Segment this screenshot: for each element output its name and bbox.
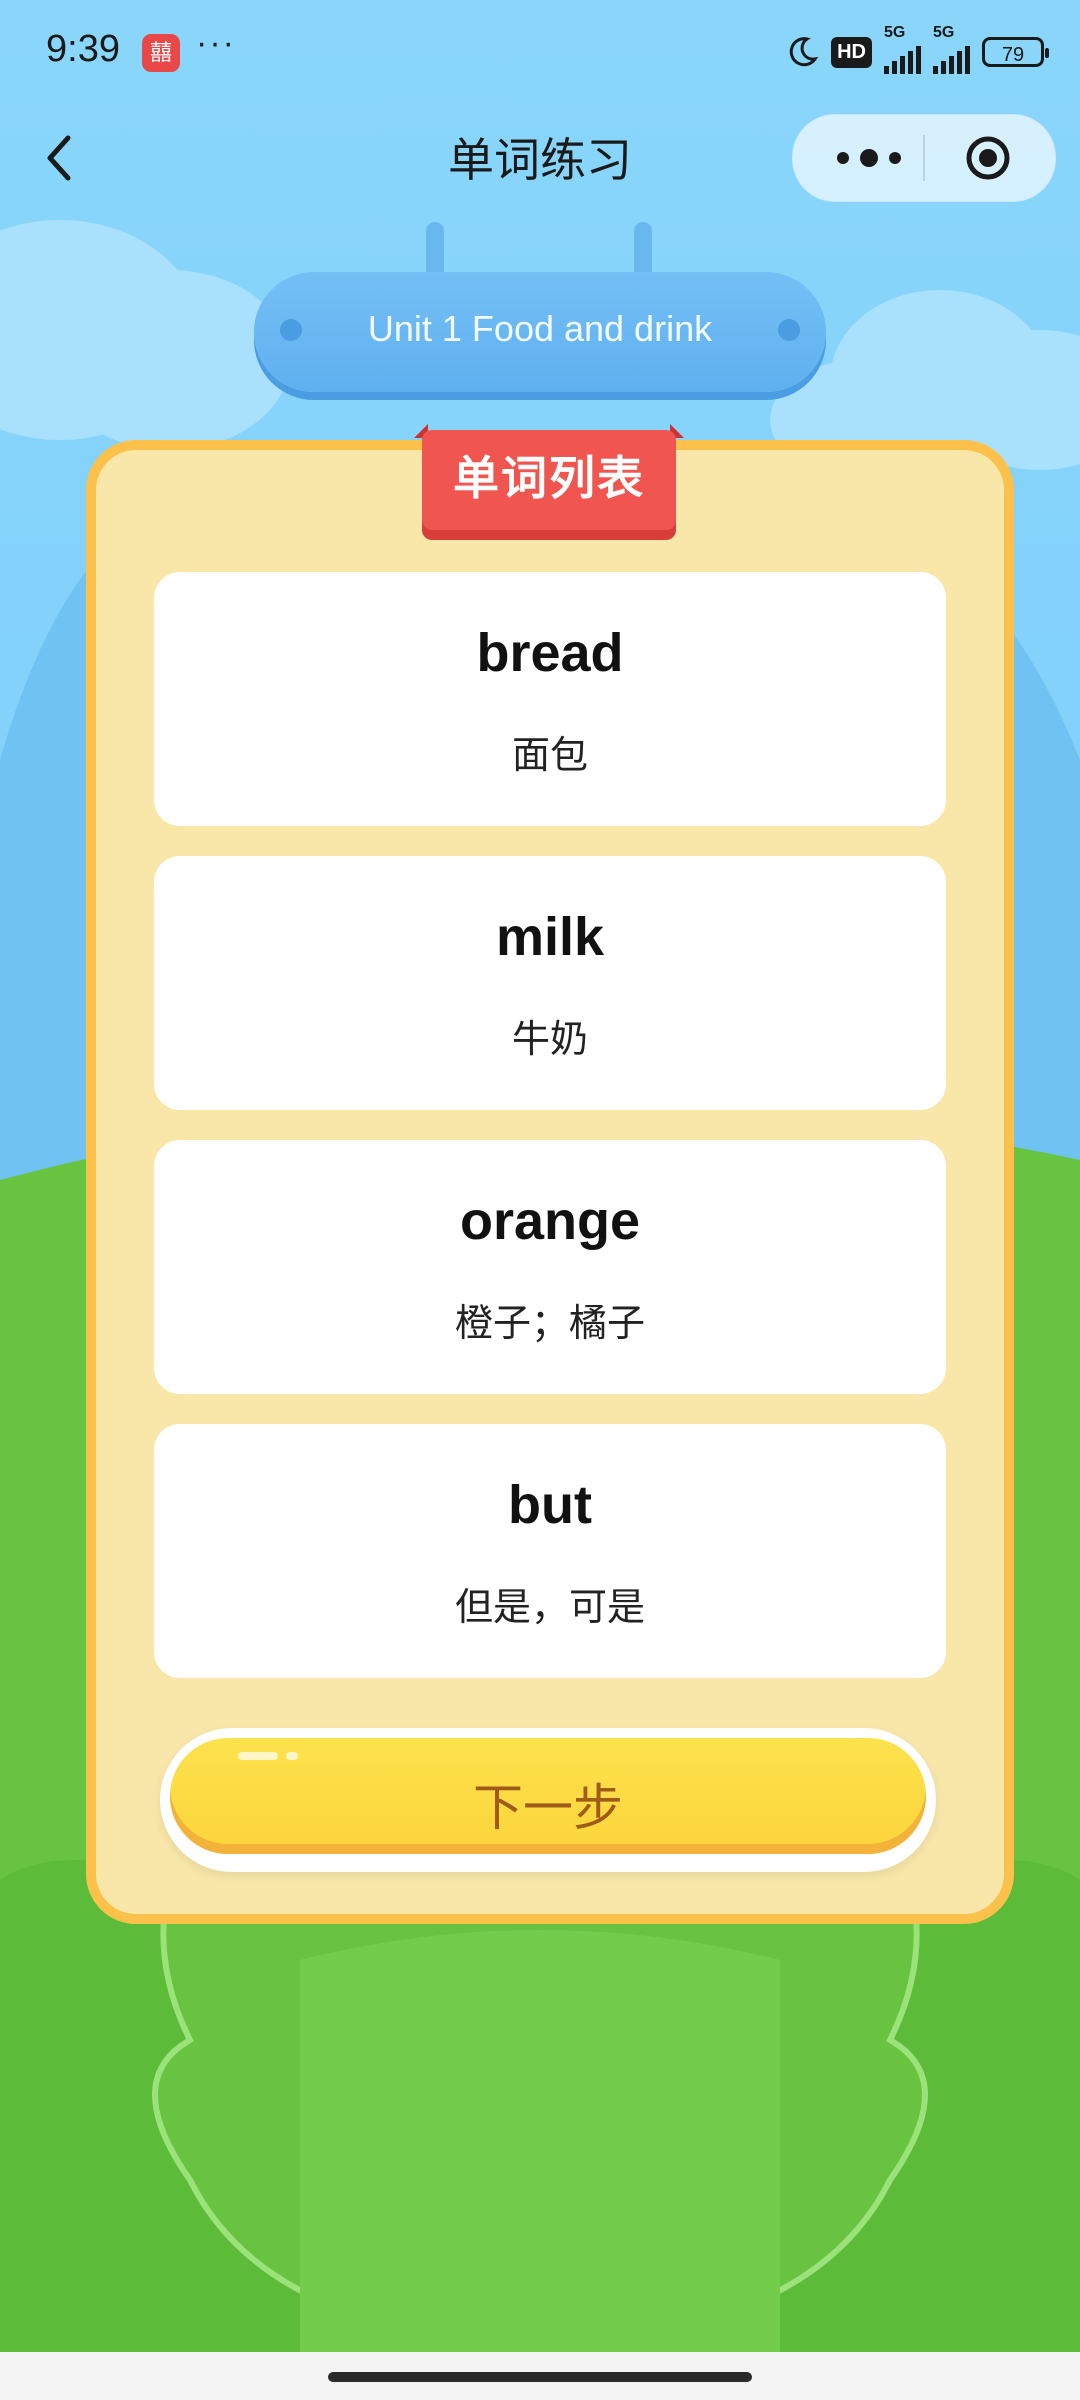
word-text: orange (459, 1191, 641, 1251)
next-step-label: 下一步 (473, 1780, 623, 1836)
hd-badge: HD (831, 36, 872, 68)
signal-strength-icon: 5G (933, 24, 970, 74)
capsule-divider (923, 135, 925, 181)
unit-sign: Unit 1 Food and drink (254, 272, 826, 392)
word-meaning: 但是，可是 (454, 1587, 645, 1629)
word-meaning: 橙子；橘子 (454, 1303, 645, 1345)
list-item[interactable]: bread 面包 (154, 572, 946, 826)
word-meaning: 面包 (511, 735, 588, 777)
more-dots-icon[interactable] (829, 135, 909, 181)
status-time: 9:39 (46, 28, 120, 70)
word-text: bread (476, 623, 624, 683)
word-text: milk (495, 907, 605, 967)
list-item[interactable]: milk 牛奶 (154, 856, 946, 1110)
list-item[interactable]: but 但是，可是 (154, 1424, 946, 1678)
next-step-button-face: 下一步 (170, 1738, 926, 1854)
notification-app-icon: 囍 (142, 34, 180, 72)
do-not-disturb-moon-icon (789, 37, 819, 67)
button-shine (286, 1752, 298, 1760)
next-step-button[interactable]: 下一步 (160, 1728, 936, 1872)
mini-program-capsule (792, 114, 1056, 202)
signal-label: 5G (933, 24, 955, 41)
word-list-title: 单词列表 (453, 452, 645, 504)
battery-icon: 79 (982, 37, 1049, 67)
more-notifications-icon: ··· (196, 24, 236, 62)
target-icon[interactable] (965, 135, 1011, 181)
status-bar: 9:39 囍 ··· HD 5G 5G 79 (0, 0, 1080, 110)
list-item[interactable]: orange 橙子；橘子 (154, 1140, 946, 1394)
button-shine (238, 1752, 278, 1760)
status-indicators: HD 5G 5G 79 (785, 24, 1049, 74)
signal-label: 5G (884, 24, 906, 41)
word-list-ribbon: 单词列表 (404, 420, 694, 540)
home-indicator[interactable] (328, 2372, 752, 2382)
word-text: but (508, 1475, 592, 1535)
unit-title: Unit 1 Food and drink (367, 308, 713, 349)
word-meaning: 牛奶 (511, 1019, 588, 1061)
signal-strength-icon: 5G (884, 24, 921, 74)
